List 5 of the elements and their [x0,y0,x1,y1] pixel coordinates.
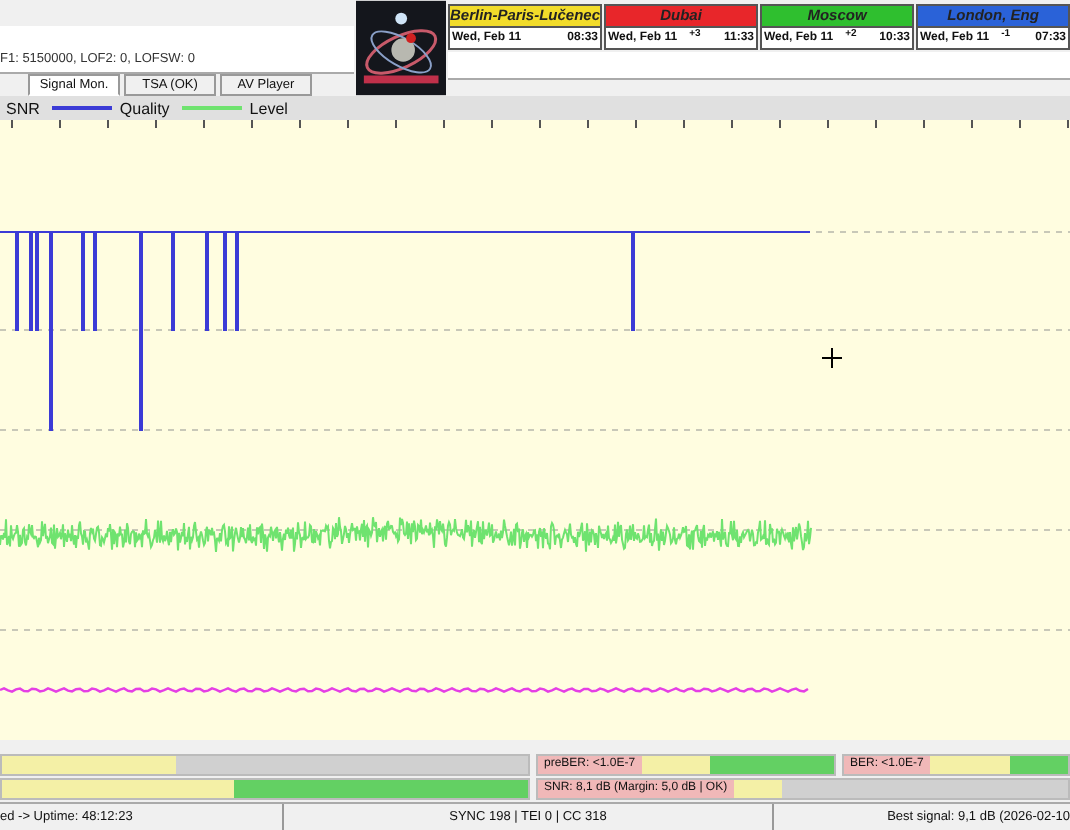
legend-label: Level [249,99,288,117]
legend-label: Quality [119,99,170,117]
logo-icon [355,0,446,96]
legend-label: SNR [6,99,40,117]
crosshair-icon [821,347,843,369]
